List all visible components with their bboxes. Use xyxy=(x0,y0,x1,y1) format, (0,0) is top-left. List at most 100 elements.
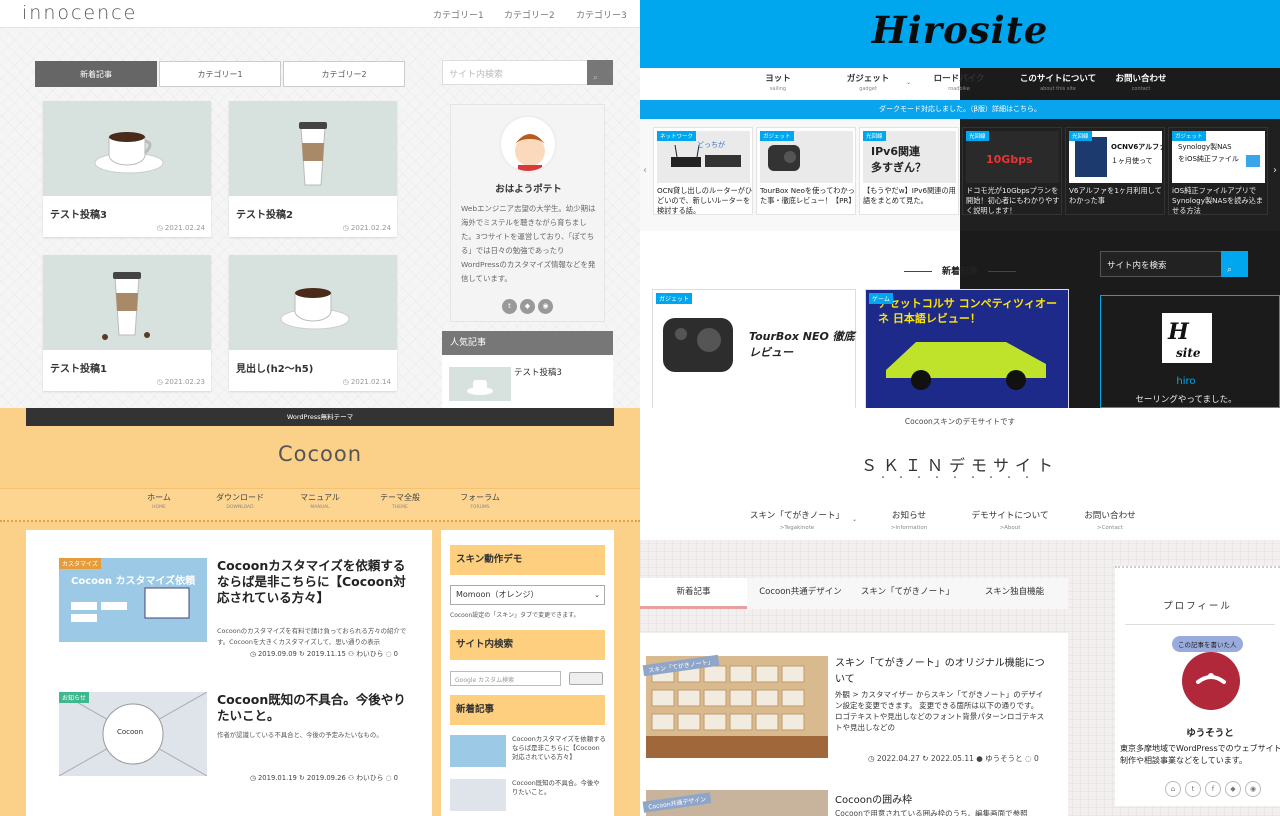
post-title[interactable]: テスト投稿1 xyxy=(50,360,107,375)
avatar xyxy=(499,115,557,173)
search-button[interactable]: 検索 xyxy=(569,672,603,685)
tab-category-1[interactable]: カテゴリー1 xyxy=(159,61,281,87)
tab-skin-features[interactable]: スキン独自機能 xyxy=(961,578,1068,609)
nav-item-manual[interactable]: マニュアル MANUAL xyxy=(280,492,360,510)
post-title[interactable]: テスト投稿2 xyxy=(236,206,293,221)
author-bubble: この記事を書いた人 xyxy=(1172,636,1243,652)
nav-item-download[interactable]: ダウンロード DOWNLOAD xyxy=(200,492,280,510)
new-post-title[interactable]: Cocoonカスタマイズを依頼するならば是非こちらに【Cocoon対応されている… xyxy=(512,735,606,762)
search-icon: ⌕ xyxy=(1227,265,1232,275)
hirosite-demo-panel: Hirosite ヨット sailing ガジェット gadget ⌄ ロードバイク… xyxy=(640,0,1280,408)
tab-tegakinote[interactable]: スキン「てがきノート」 xyxy=(854,578,961,609)
svg-text:Synology製NAS: Synology製NAS xyxy=(1178,142,1232,151)
slide-title[interactable]: 【もうやだw】IPv6関連の用語をまとめて見た。 xyxy=(863,186,959,206)
search-box[interactable]: サイト内を検索 ⌕ xyxy=(1100,251,1248,277)
nav-category-3[interactable]: カテゴリー3 xyxy=(576,8,627,21)
thumbnail-text: Cocoon xyxy=(117,728,144,736)
carousel-slide[interactable]: ガジェット TourBox Neoを使ってわかった事・徹底レビュー！【PR】 xyxy=(756,127,856,215)
innocence-demo-panel: innocence カテゴリー1 カテゴリー2 カテゴリー3 新着記事 カテゴリ… xyxy=(0,0,640,408)
post-card[interactable]: テスト投稿3 ◷ 2021.02.24 xyxy=(43,101,211,237)
entry-card[interactable]: カスタマイズ Cocoon カスタマイズ依頼 Cocoonカスタマイズを依頼する… xyxy=(43,558,413,664)
post-title[interactable]: テスト投稿3 xyxy=(50,206,107,221)
entry-card[interactable]: お知らせ Cocoon Cocoon既知の不具合。今後やりたいこと。 作者が認識… xyxy=(43,692,413,792)
new-post-item[interactable]: Cocoonカスタマイズを依頼するならば是非こちらに【Cocoon対応されている… xyxy=(450,735,606,771)
profile-logo: Hsite xyxy=(1162,313,1212,363)
popular-post-item[interactable]: テスト投稿3 xyxy=(442,355,613,408)
site-logo[interactable]: Hirosite xyxy=(640,8,1280,52)
site-header: Cocoonスキンのデモサイトです ＳＫＩＮデモサイト ・・・・・・・・・ スキ… xyxy=(640,408,1280,540)
twitter-icon[interactable]: t xyxy=(502,299,517,314)
new-post-card[interactable]: ガジェット TourBox NEO 徹底レビュー xyxy=(652,289,856,408)
google-search-input[interactable]: Google カスタム検索 xyxy=(450,671,561,686)
new-post-title[interactable]: Cocoon既知の不具合。今後やりたいこと。 xyxy=(512,779,606,797)
slide-title[interactable]: V6アルファを1ヶ月利用してわかった事 xyxy=(1069,186,1165,206)
carousel-slide[interactable]: OCNV6アルファを １ヶ月使って 光回線 V6アルファを1ヶ月利用してわかった事 xyxy=(1065,127,1173,215)
profile-name[interactable]: hiro xyxy=(1101,376,1271,387)
carousel-next-icon[interactable]: › xyxy=(1273,165,1277,176)
feedly-icon[interactable]: ◆ xyxy=(1225,781,1241,797)
entry-title[interactable]: Cocoonカスタマイズを依頼するならば是非こちらに【Cocoon対応されている… xyxy=(217,558,407,606)
rss-icon[interactable]: ◉ xyxy=(538,299,553,314)
home-icon[interactable]: ⌂ xyxy=(1165,781,1181,797)
slide-title[interactable]: TourBox Neoを使ってわかった事・徹底レビュー！【PR】 xyxy=(760,186,856,206)
nav-item-theme[interactable]: テーマ全般 THEME xyxy=(360,492,440,510)
nav-item-home[interactable]: ホーム HOME xyxy=(119,492,199,510)
search-button[interactable]: ⌕ xyxy=(1221,251,1248,277)
nav-category-1[interactable]: カテゴリー1 xyxy=(433,8,484,21)
site-logo[interactable]: innocence xyxy=(22,2,137,24)
nav-item-gadget[interactable]: ガジェット gadget xyxy=(823,72,913,92)
article-title[interactable]: Cocoonの囲み枠 xyxy=(835,791,912,806)
facebook-icon[interactable]: f xyxy=(1205,781,1221,797)
tab-category-2[interactable]: カテゴリー2 xyxy=(283,61,405,87)
carousel-prev-icon[interactable]: ‹ xyxy=(643,165,647,176)
article-title[interactable]: スキン「てがきノート」のオリジナル機能について xyxy=(835,656,1045,688)
slide-title[interactable]: iOS純正ファイルアプリでSynology製NASを読み込ませる方法 xyxy=(1172,186,1268,216)
entry-title[interactable]: Cocoon既知の不具合。今後やりたいこと。 xyxy=(217,692,407,724)
article-meta: ◷ 2022.04.27 ↻ 2022.05.11 ● ゆうそうと ◌ 0 xyxy=(868,754,1039,763)
feedly-icon[interactable]: ◆ xyxy=(520,299,535,314)
category-label: ガジェット xyxy=(760,131,794,141)
search-box[interactable]: サイト内検索 ⌕ xyxy=(442,60,613,85)
nav-item-contact[interactable]: お問い合わせ >Contact xyxy=(1050,509,1170,531)
post-card[interactable]: 見出し(h2〜h5) ◷ 2021.02.14 xyxy=(229,255,397,391)
rss-icon[interactable]: ◉ xyxy=(1245,781,1261,797)
new-post-item[interactable]: Cocoon既知の不具合。今後やりたいこと。 xyxy=(450,779,605,815)
article-snippet: Cocoonで用意されている囲み枠のうち、編集画面で参照 xyxy=(835,809,1028,816)
demo-badge: Cocoonスキンのデモサイトです xyxy=(904,417,1016,426)
post-title[interactable]: 見出し(h2〜h5) xyxy=(236,360,313,375)
nav-item-tegakinote[interactable]: スキン「てがきノート」 >Tegakinote xyxy=(737,509,857,531)
notice-bar[interactable]: ダークモード対応しました。（β版）詳細はこちら。 xyxy=(640,100,1280,119)
nav-item-roadbike[interactable]: ロードバイク roadbike xyxy=(914,72,1004,92)
new-post-thumbnail xyxy=(450,779,506,811)
post-date: ◷ 2021.02.24 xyxy=(156,224,205,232)
search-placeholder: サイト内を検索 xyxy=(1107,261,1167,271)
nav-item-sailing[interactable]: ヨット sailing xyxy=(733,72,823,92)
new-post-card[interactable]: ゲーム アセットコルサ コンペティツィオーネ 日本語レビュー！ xyxy=(865,289,1069,408)
twitter-icon[interactable]: t xyxy=(1185,781,1201,797)
category-label: 光回線 xyxy=(966,131,989,141)
search-button[interactable]: ⌕ xyxy=(587,60,613,85)
profile-widget: おはようポテト Webエンジニア志望の大学生。幼少期は海外でミステルを聴きながら… xyxy=(450,104,605,322)
post-card[interactable]: テスト投稿1 ◷ 2021.02.23 xyxy=(43,255,211,391)
svg-text:OCNV6アルファを: OCNV6アルファを xyxy=(1111,142,1162,151)
slide-title[interactable]: ドコモ光が10Gbpsプランを開始！初心者にもわかりやすく説明します！ xyxy=(966,186,1062,216)
carousel-slide[interactable]: 10Gbps 光回線 ドコモ光が10Gbpsプランを開始！初心者にもわかりやすく… xyxy=(962,127,1062,215)
tab-cocoon-common[interactable]: Cocoon共通デザイン xyxy=(747,578,854,609)
carousel-slide[interactable]: Synology製NAS をiOS純正ファイル ガジェット iOS純正ファイルアプ… xyxy=(1168,127,1268,215)
site-logo[interactable]: Cocoon xyxy=(0,442,640,466)
slide-title[interactable]: OCN貸し出しのルーターがひどいので、新しいルーターを検討する話。 xyxy=(657,186,753,216)
tab-new-posts[interactable]: 新着記事 xyxy=(640,578,747,609)
tab-new-posts[interactable]: 新着記事 xyxy=(35,61,157,87)
tagline-bar: WordPress無料テーマ xyxy=(26,408,614,426)
article-snippet: 外観 > カスタマイザー からスキン「てがきノート」のデザイン設定を変更できます… xyxy=(835,690,1045,732)
nav-item-contact[interactable]: お問い合わせ contact xyxy=(1096,72,1186,92)
popular-post-title[interactable]: テスト投稿3 xyxy=(514,366,562,378)
nav-item-forums[interactable]: フォーラム FORUMS xyxy=(440,492,520,510)
post-card[interactable]: テスト投稿2 ◷ 2021.02.24 xyxy=(229,101,397,237)
skin-select[interactable]: Momoon（オレンジ） ⌄ xyxy=(450,585,605,605)
category-label: ゲーム xyxy=(869,293,893,304)
profile-name: おはようポテト xyxy=(495,184,562,195)
nav-category-2[interactable]: カテゴリー2 xyxy=(504,8,555,21)
carousel-slide[interactable]: IPv6関連 多すぎん？ 光回線 【もうやだw】IPv6関連の用語をまとめて見た。 xyxy=(859,127,959,215)
carousel-slide[interactable]: どっちが ネットワーク OCN貸し出しのルーターがひどいので、新しいルーターを検… xyxy=(653,127,753,215)
